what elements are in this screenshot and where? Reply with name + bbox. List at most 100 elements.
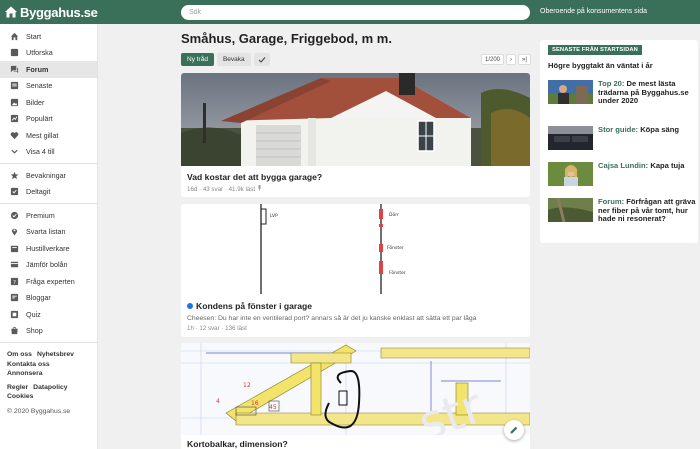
premium-icon [9,210,19,220]
footer-link-datapolicy[interactable]: Datapolicy [33,384,67,391]
forum-icon [9,64,19,74]
thread-card[interactable]: Vad kostar det att bygga garage? 16d · 4… [181,73,530,197]
watch-button[interactable]: Bevaka [216,53,251,66]
site-tagline: Oberoende på konsumentens sida [540,8,648,15]
sidebar-item-utforska[interactable]: Utforska [0,45,97,62]
sidebar-item-label: Shop [26,326,43,336]
latest-from-homepage-panel: SENASTE FRÅN STARTSIDAN Högre byggtakt ä… [540,40,698,243]
drawing-label-window-2: Fönster [389,270,406,276]
thread-meta: 1h · 12 svar · 136 läst [187,325,247,332]
thread-meta: 16d · 43 svar · 41.9k läst [181,185,530,193]
explore-icon [9,48,19,58]
checkmark-icon [258,56,266,63]
sidebar-item-label: Bevakningar [26,170,66,180]
svg-text:45: 45 [269,404,277,411]
site-logo[interactable]: Byggahus.se [4,3,98,21]
sidebar-item-label: Quiz [26,309,41,319]
page-indicator[interactable]: 1/200 [481,54,505,65]
footer-link-nyhetsbrev[interactable]: Nyhetsbrev [37,351,74,358]
sidebar-item-label: Senaste [26,81,53,91]
sidebar-item-jamfor-bolan[interactable]: Jämför bolån [0,257,97,274]
thread-card[interactable]: 12 16 45 4 str Kortobalkar, dimension? [181,343,530,449]
sidebar-item-premium[interactable]: Premium [0,207,97,224]
article-thumbnail [548,126,593,150]
thread-title[interactable]: Kortobalkar, dimension? [181,439,530,449]
sidebar-item-deltagit[interactable]: Deltagit [0,184,97,201]
latest-icon [9,81,19,91]
svg-text:16: 16 [251,400,259,407]
thread-image-drawing: LVP Dörr Fönster Fönster [181,204,530,294]
logo-text: Byggahus.se [20,4,98,20]
sidebar-item-label: Premium [26,210,55,220]
sidebar-divider [0,203,97,204]
pencil-icon [510,426,518,434]
svg-text:12: 12 [243,382,251,389]
sidebar-item-svarta-listan[interactable]: Svarta listan [0,224,97,241]
quiz-icon [9,309,19,319]
article-item[interactable]: Top 20: De mest lästa trädarna på Byggah… [548,79,698,106]
footer-link-regler[interactable]: Regler [7,384,28,391]
sidebar-item-label: Svarta listan [26,227,66,237]
article-text: Kapa tuja [648,161,685,170]
pin-icon [258,185,261,191]
home-icon [9,31,19,41]
sidebar-item-label: Populärt [26,114,53,124]
sidebar-item-senaste[interactable]: Senaste [0,78,97,95]
images-icon [9,97,19,107]
thread-title-row[interactable]: Kondens på fönster i garage [181,301,530,311]
article-item[interactable]: Forum: Förfrågan att gräva ner fiber på … [548,197,698,224]
pagination: 1/200 › »| [479,54,531,65]
thread-card[interactable]: LVP Dörr Fönster Fönster Kondens på föns… [181,204,530,337]
sidebar-item-label: Visa 4 till [26,147,55,157]
page-title: Småhus, Garage, Friggebod, m m. [181,31,392,46]
thread-meta-text: 16d · 43 svar · 41.9k läst [187,186,256,193]
sidebar-item-populart[interactable]: Populärt [0,111,97,128]
footer-link-kontakta-oss[interactable]: Kontakta oss [7,361,50,368]
article-item[interactable]: Cajsa Lundin: Kapa tuja [548,161,685,186]
star-icon [9,170,19,180]
footer-link-cookies[interactable]: Cookies [7,393,33,400]
blog-icon [9,293,19,303]
sidebar-item-bevakningar[interactable]: Bevakningar [0,167,97,184]
thread-title: Kondens på fönster i garage [196,301,313,311]
participated-icon [9,187,19,197]
footer-link-annonsera[interactable]: Annonsera [7,370,43,377]
sidebar-item-mest-gillat[interactable]: Mest gillat [0,127,97,144]
sidebar-item-label: Bloggar [26,293,51,303]
footer-link-om-oss[interactable]: Om oss [7,351,32,358]
mark-read-button[interactable] [253,53,270,66]
thread-excerpt: Cheesen: Du har inte en ventilerad port?… [187,315,477,322]
next-page-button[interactable]: › [506,54,517,65]
sidebar-item-label: Hustillverkare [26,243,70,253]
house-builder-icon [9,243,19,253]
sidebar-item-hustillverkare[interactable]: Hustillverkare [0,240,97,257]
sidebar-item-label: Mest gillat [26,130,59,140]
search-input[interactable]: Sök [181,5,530,20]
sidebar-item-label: Utforska [26,48,53,58]
article-item[interactable]: Stor guide: Köpa säng [548,125,679,150]
unread-dot-icon [187,303,193,309]
sidebar-item-shop[interactable]: Shop [0,323,97,340]
sidebar-item-bilder[interactable]: Bilder [0,94,97,111]
sidebar-item-forum[interactable]: Forum [0,61,97,78]
sidebar-item-quiz[interactable]: Quiz [0,306,97,323]
last-page-button[interactable]: »| [518,54,531,65]
sidebar-item-label: Forum [26,64,49,74]
compose-button[interactable] [504,420,524,440]
new-thread-button[interactable]: Ny tråd [181,53,214,66]
sidebar-item-visa-fler[interactable]: Visa 4 till [0,144,97,161]
pin-icon [9,227,19,237]
expert-icon: ? [9,276,19,286]
thread-title[interactable]: Vad kostar det att bygga garage? [181,172,530,182]
sidebar-item-start[interactable]: Start [0,28,97,45]
svg-text:str: str [411,378,490,435]
sidebar-item-bloggar[interactable]: Bloggar [0,290,97,307]
thread-actions: Ny tråd Bevaka [181,53,273,66]
article-thumbnail [548,198,593,222]
thread-image-garage [181,73,530,166]
sidebar-item-fraga-experten[interactable]: ? Fråga experten [0,273,97,290]
shop-icon [9,326,19,336]
drawing-label-window-1: Fönster [387,245,404,251]
panel-badge: SENASTE FRÅN STARTSIDAN [548,45,642,55]
panel-heading[interactable]: Högre byggtakt än väntat i år [548,61,690,70]
